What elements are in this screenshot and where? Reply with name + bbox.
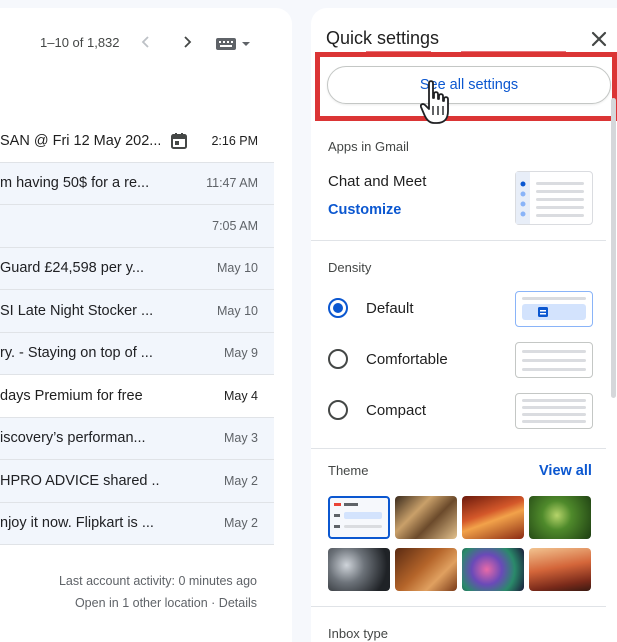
mail-row[interactable]: m having 50$ for a re... 11:47 AM: [0, 162, 274, 205]
chevron-right-icon[interactable]: [175, 30, 199, 54]
chevron-left-icon[interactable]: [134, 30, 158, 54]
mail-row[interactable]: SAN @ Fri 12 May 202... 2:16 PM: [0, 120, 274, 163]
theme-heading: Theme: [328, 463, 369, 478]
mail-time: May 2: [223, 473, 258, 488]
mail-row[interactable]: njoy it now. Flipkart is ... May 2: [0, 502, 274, 545]
density-default-thumbnail[interactable]: [515, 291, 593, 327]
density-option-comfortable[interactable]: Comfortable: [328, 347, 448, 371]
account-activity-text: Last account activity: 0 minutes ago: [58, 574, 257, 588]
theme-tile-canyon[interactable]: [462, 496, 524, 539]
section-divider: [311, 448, 606, 449]
mail-subject: Guard £24,598 per y...: [0, 260, 145, 277]
theme-tile-autumn[interactable]: [395, 548, 457, 591]
density-option-label: Compact: [366, 401, 427, 419]
density-option-default[interactable]: Default: [328, 296, 414, 320]
quick-settings-title: Quick settings: [326, 28, 440, 48]
radio-button[interactable]: [328, 298, 348, 318]
mail-time: May 10: [217, 261, 258, 276]
mail-row[interactable]: HPRO ADVICE shared ... May 2: [0, 460, 274, 503]
density-option-compact[interactable]: Compact: [328, 398, 426, 422]
mail-list-panel: 1–10 of 1,832 SAN @ Fri 12 May 202... 2:…: [0, 8, 292, 642]
density-comfortable-thumbnail[interactable]: [515, 342, 593, 378]
section-divider: [311, 606, 606, 607]
mail-time: May 4: [223, 388, 258, 403]
other-location-details-link[interactable]: Open in 1 other location · Details: [75, 596, 257, 610]
theme-tile-bubbles[interactable]: [328, 548, 390, 591]
theme-tile-desert[interactable]: [529, 548, 591, 591]
mail-time: May 3: [223, 431, 258, 446]
customize-link[interactable]: Customize: [328, 202, 401, 218]
mail-subject: njoy it now. Flipkart is ...: [0, 515, 154, 532]
mail-row[interactable]: iscovery’s performan... May 3: [0, 417, 274, 460]
radio-button[interactable]: [328, 400, 348, 420]
theme-tile-leaf[interactable]: [529, 496, 591, 539]
pagination-text: 1–10 of 1,832: [40, 35, 120, 50]
apps-preview-thumbnail: [515, 171, 593, 225]
density-option-label: Comfortable: [366, 350, 448, 368]
mail-time: 11:47 AM: [206, 176, 258, 191]
radio-button[interactable]: [328, 349, 348, 369]
view-all-themes-link[interactable]: View all: [539, 463, 592, 479]
inbox-type-heading: Inbox type: [328, 626, 388, 641]
close-icon[interactable]: [588, 28, 610, 50]
keyboard-icon[interactable]: [214, 33, 254, 53]
chat-and-meet-label: Chat and Meet: [328, 173, 427, 190]
mail-time: May 2: [223, 516, 258, 531]
theme-grid: [328, 496, 592, 592]
density-option-label: Default: [366, 299, 414, 317]
mail-subject: m having 50$ for a re...: [0, 175, 150, 192]
mail-subject: HPRO ADVICE shared ...: [0, 472, 160, 489]
hand-cursor-icon: [419, 79, 452, 127]
mail-row[interactable]: 7:05 AM: [0, 205, 274, 248]
mail-time: May 9: [223, 346, 258, 361]
mail-row[interactable]: Guard £24,598 per y... May 10: [0, 247, 274, 290]
mail-list: SAN @ Fri 12 May 202... 2:16 PM m having…: [0, 120, 274, 545]
apps-in-gmail-heading: Apps in Gmail: [328, 139, 409, 154]
mail-subject: iscovery’s performan...: [0, 430, 146, 447]
quick-settings-panel: Quick settings See all settings Apps in …: [311, 8, 617, 642]
mail-time: 7:05 AM: [212, 218, 258, 233]
mail-subject: SAN @ Fri 12 May 202...: [0, 132, 160, 149]
calendar-icon[interactable]: [170, 132, 188, 150]
mail-time: 2:16 PM: [211, 133, 258, 148]
mail-row[interactable]: SI Late Night Stocker ... May 10: [0, 290, 274, 333]
theme-tile-chess[interactable]: [395, 496, 457, 539]
density-compact-thumbnail[interactable]: [515, 393, 593, 429]
theme-tile-default[interactable]: [328, 496, 390, 539]
mail-subject: ry. - Staying on top of ...: [0, 345, 153, 362]
mail-row[interactable]: ry. - Staying on top of ... May 9: [0, 332, 274, 375]
mail-subject: SI Late Night Stocker ...: [0, 302, 154, 319]
theme-tile-dots[interactable]: [462, 548, 524, 591]
see-all-settings-button[interactable]: See all settings: [327, 66, 611, 104]
mail-time: May 10: [217, 303, 258, 318]
section-divider: [311, 240, 606, 241]
mail-subject: days Premium for free: [0, 387, 143, 404]
density-heading: Density: [328, 260, 372, 275]
scrollbar[interactable]: [611, 98, 616, 398]
mail-row[interactable]: days Premium for free May 4: [0, 375, 274, 418]
